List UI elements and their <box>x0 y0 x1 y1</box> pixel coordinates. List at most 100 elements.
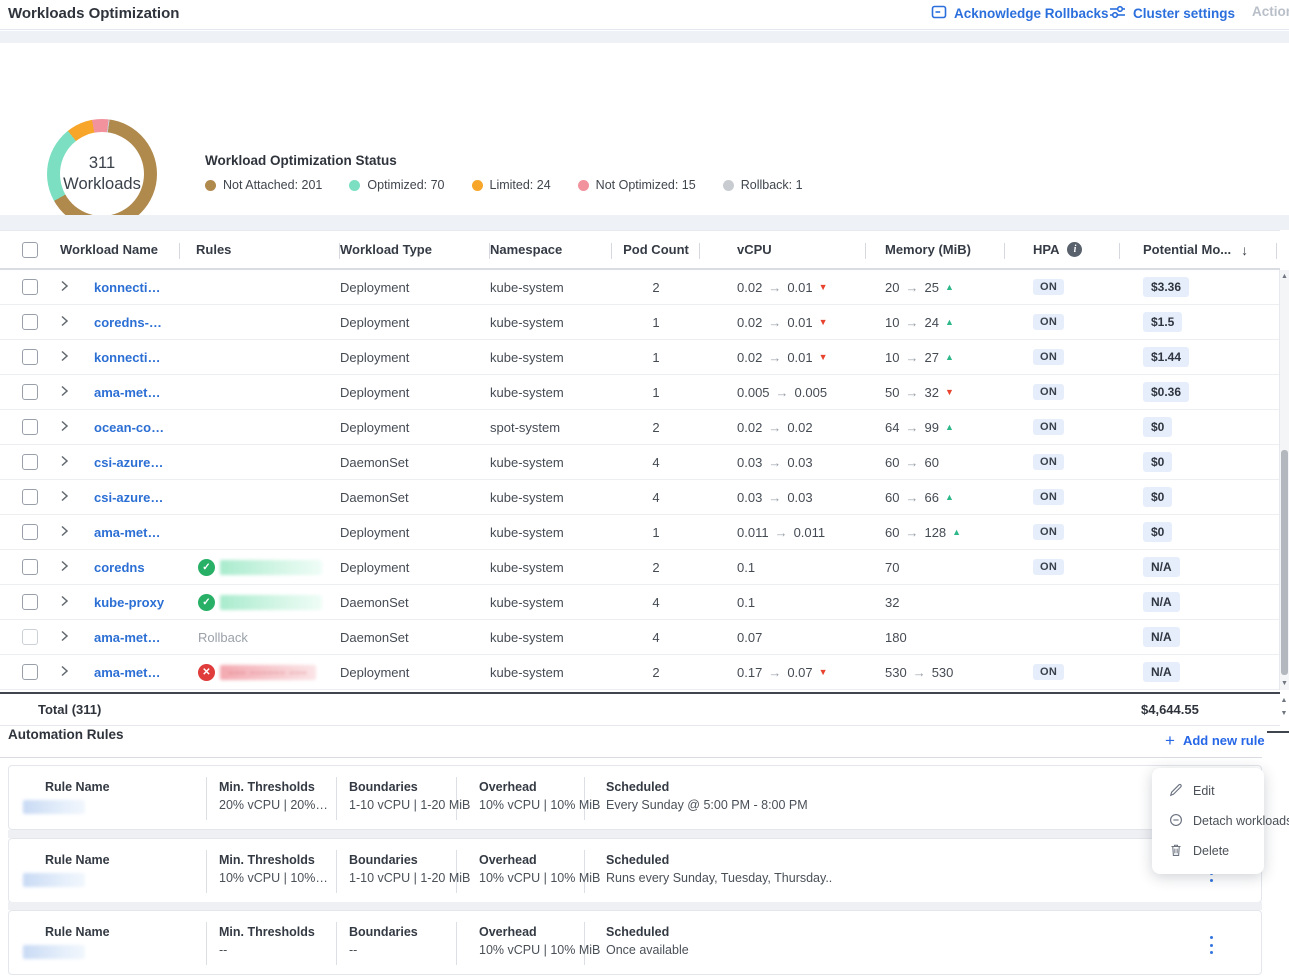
row-checkbox[interactable] <box>22 349 38 365</box>
row-checkbox-cell <box>0 454 60 470</box>
potential-savings-badge: $1.5 <box>1143 312 1182 332</box>
workload-name-link[interactable]: coredns <box>94 560 145 575</box>
chevron-right-icon[interactable] <box>60 315 69 330</box>
chevron-right-icon[interactable] <box>60 490 69 505</box>
chevron-right-icon[interactable] <box>60 560 69 575</box>
row-checkbox[interactable] <box>22 384 38 400</box>
memory-cell: 64→99▲ <box>866 420 1005 435</box>
trend-up-icon: ▲ <box>945 423 954 432</box>
column-hpa[interactable]: HPA i <box>1005 231 1120 268</box>
automation-rule-card: Rule NameMin. Thresholds--Boundaries--Ov… <box>8 910 1262 975</box>
workload-name-link[interactable]: konnecti… <box>94 280 160 295</box>
column-workload-type[interactable]: Workload Type <box>340 231 490 268</box>
legend-dot-icon <box>578 180 589 191</box>
row-checkbox[interactable] <box>22 594 38 610</box>
scroll-down-icon[interactable]: ▼ <box>1279 710 1289 717</box>
value-current: 0.03 <box>737 455 762 470</box>
table-row: ama-met…Deploymentkube-system10.011→0.01… <box>0 515 1280 550</box>
metric-change: 10→24▲ <box>885 315 954 330</box>
workload-name-link[interactable]: ocean-co… <box>94 420 164 435</box>
chevron-right-icon[interactable] <box>60 455 69 470</box>
chevron-right-icon[interactable] <box>60 350 69 365</box>
row-checkbox[interactable] <box>22 279 38 295</box>
column-vcpu[interactable]: vCPU <box>700 231 866 268</box>
value-current: 60 <box>885 525 899 540</box>
metric-change: 0.03→0.03 <box>737 455 813 470</box>
value-recommended: 128 <box>924 525 946 540</box>
potential-savings-cell: N/A <box>1120 557 1277 577</box>
change-arrow-icon: → <box>905 350 918 365</box>
workload-name-link[interactable]: kube-proxy <box>94 595 164 610</box>
chevron-right-icon[interactable] <box>60 280 69 295</box>
menu-item-detach-workloads[interactable]: Detach workloads <box>1152 806 1264 836</box>
value-current: 10 <box>885 350 899 365</box>
divider-strip <box>0 215 1289 230</box>
chevron-right-icon[interactable] <box>60 385 69 400</box>
cluster-settings-button[interactable]: Cluster settings <box>1109 4 1235 23</box>
memory-cell: 10→27▲ <box>866 350 1005 365</box>
column-workload-name[interactable]: Workload Name <box>60 231 180 268</box>
pod-count-cell: 1 <box>612 350 700 365</box>
workload-type-cell: Deployment <box>340 560 490 575</box>
row-checkbox[interactable] <box>22 489 38 505</box>
total-row: Total (311) $4,644.55 <box>0 694 1280 726</box>
column-potential-savings[interactable]: Potential Mo... ↓ <box>1120 231 1277 268</box>
row-checkbox[interactable] <box>22 454 38 470</box>
workloads-optimization-page: Workloads Optimization Acknowledge Rollb… <box>0 0 1289 976</box>
column-namespace[interactable]: Namespace <box>490 231 612 268</box>
row-checkbox[interactable] <box>22 559 38 575</box>
column-rules[interactable]: Rules <box>180 231 340 268</box>
table-row: csi-azure…DaemonSetkube-system40.03→0.03… <box>0 480 1280 515</box>
scroll-up-icon[interactable]: ▲ <box>1280 273 1289 280</box>
menu-item-edit[interactable]: Edit <box>1152 776 1264 806</box>
table-scrollbar[interactable]: ▲ ▼ <box>1279 270 1289 690</box>
column-pod-count[interactable]: Pod Count <box>612 231 700 268</box>
workload-name-link[interactable]: coredns-… <box>94 315 162 330</box>
row-checkbox[interactable] <box>22 314 38 330</box>
chevron-right-icon[interactable] <box>60 595 69 610</box>
workload-type-cell: Deployment <box>340 525 490 540</box>
chevron-right-icon[interactable] <box>60 665 69 680</box>
select-all-checkbox[interactable] <box>22 242 38 258</box>
workload-name-cell: ama-met… <box>94 385 198 400</box>
legend-item: Not Optimized: 15 <box>578 178 696 192</box>
workload-name-link[interactable]: ama-met… <box>94 665 160 680</box>
workload-name-link[interactable]: ama-met… <box>94 385 160 400</box>
hpa-on-badge: ON <box>1033 524 1064 540</box>
workload-name-link[interactable]: konnecti… <box>94 350 160 365</box>
hpa-on-badge: ON <box>1033 664 1064 680</box>
chevron-right-icon[interactable] <box>60 420 69 435</box>
value-recommended: 0.01 <box>787 315 812 330</box>
column-memory[interactable]: Memory (MiB) <box>866 231 1005 268</box>
cluster-settings-label: Cluster settings <box>1133 6 1235 21</box>
row-checkbox[interactable] <box>22 664 38 680</box>
row-checkbox[interactable] <box>22 524 38 540</box>
add-new-rule-button[interactable]: + Add new rule <box>1165 733 1265 748</box>
acknowledge-rollbacks-button[interactable]: Acknowledge Rollbacks <box>931 4 1109 23</box>
namespace-cell: kube-system <box>490 490 612 505</box>
change-arrow-icon: → <box>768 350 781 365</box>
hpa-info-icon[interactable]: i <box>1067 242 1082 257</box>
value-current: 70 <box>885 560 899 575</box>
chevron-right-icon[interactable] <box>60 630 69 645</box>
rule-actions-kebab-icon[interactable] <box>1204 936 1218 954</box>
workload-name-link[interactable]: ama-met… <box>94 630 160 645</box>
actions-button[interactable]: Action <box>1252 4 1289 19</box>
sort-descending-icon[interactable]: ↓ <box>1241 242 1248 258</box>
row-checkbox[interactable] <box>22 419 38 435</box>
value-current: 20 <box>885 280 899 295</box>
row-checkbox[interactable] <box>22 629 38 645</box>
scroll-up-icon[interactable]: ▲ <box>1279 697 1289 704</box>
workload-name-link[interactable]: csi-azure… <box>94 455 163 470</box>
menu-item-delete[interactable]: Delete <box>1152 836 1264 866</box>
chevron-right-icon[interactable] <box>60 525 69 540</box>
change-arrow-icon: → <box>768 315 781 330</box>
workload-name-link[interactable]: ama-met… <box>94 525 160 540</box>
optimization-summary-card: 311 Workloads Workload Optimization Stat… <box>0 43 1289 215</box>
metric-change: 50→32▼ <box>885 385 954 400</box>
workload-name-link[interactable]: csi-azure… <box>94 490 163 505</box>
rule-attached-check-icon: ✓ <box>198 559 215 576</box>
scroll-down-icon[interactable]: ▼ <box>1280 680 1289 687</box>
hpa-cell: ON <box>1005 489 1120 505</box>
scrollbar-thumb[interactable] <box>1281 450 1288 675</box>
